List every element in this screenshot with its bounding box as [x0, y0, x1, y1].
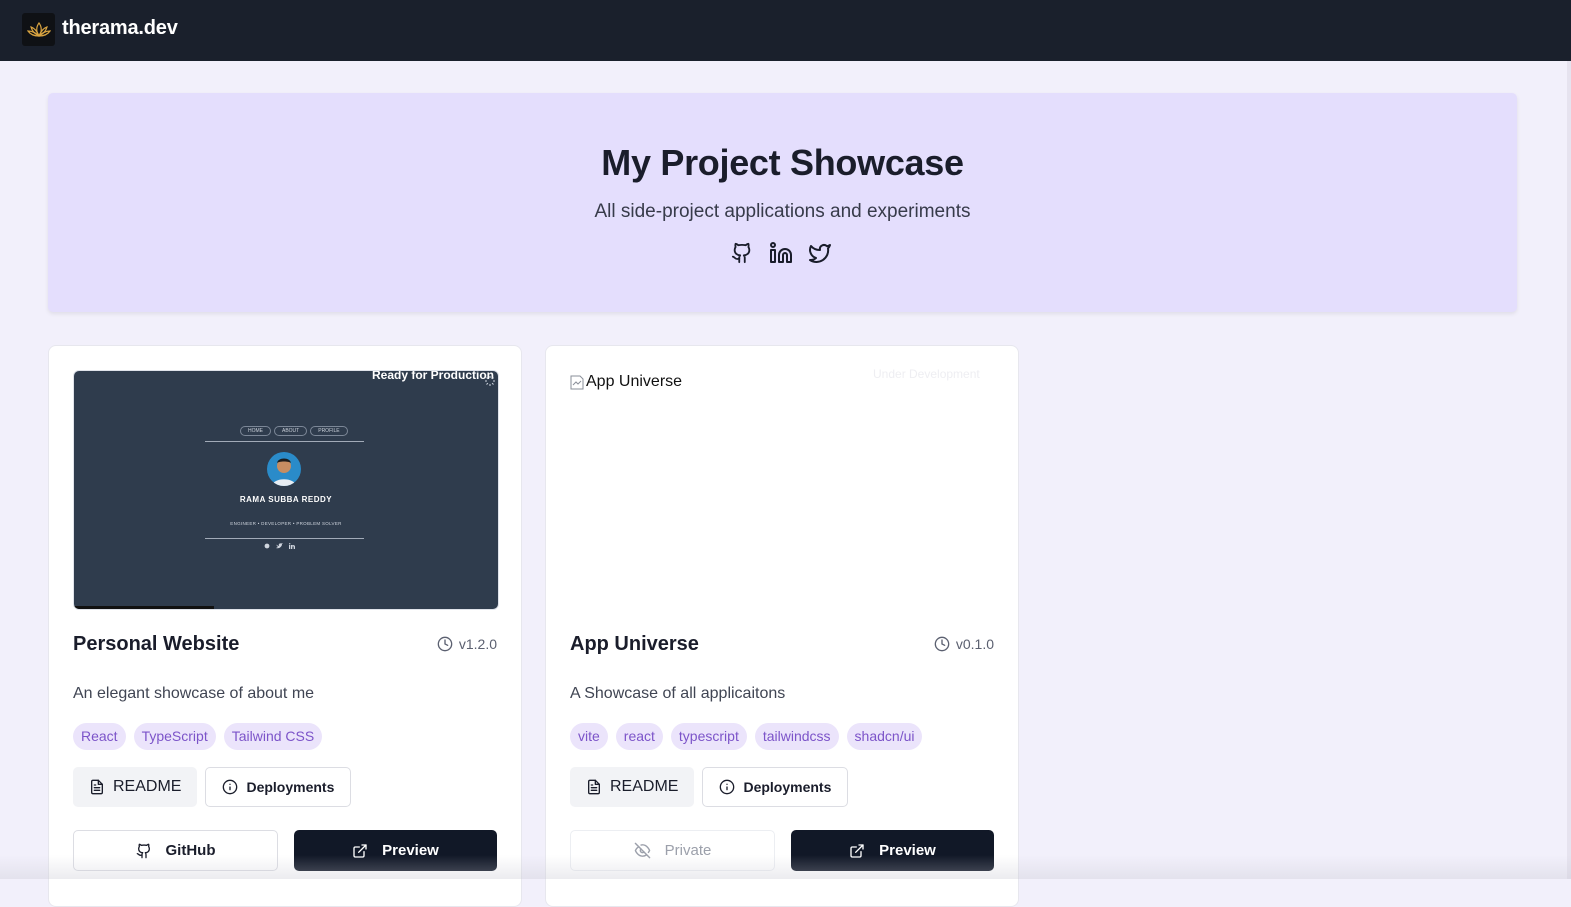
doc-buttons: README Deployments [73, 767, 352, 807]
top-navbar: therama.dev [0, 0, 1571, 61]
project-thumbnail[interactable]: App Universe Under Development [570, 367, 994, 608]
project-thumbnail[interactable]: HOME ABOUT PROFILE RAMA SUBBA REDDY ENGI… [73, 370, 499, 610]
version-text: v0.1.0 [955, 636, 994, 652]
external-link-icon [850, 843, 864, 858]
divider [205, 441, 364, 442]
tech-tag: React [73, 723, 126, 750]
status-badge: Under Development [873, 367, 980, 381]
deployments-label: Deployments [246, 779, 335, 795]
social-links [730, 240, 832, 266]
version-text: v1.2.0 [458, 636, 497, 652]
thumbnail-nav-item: ABOUT [274, 426, 308, 436]
project-card: HOME ABOUT PROFILE RAMA SUBBA REDDY ENGI… [48, 345, 522, 907]
thumbnail-nav-item: HOME [240, 426, 271, 436]
broken-image: App Universe [570, 373, 682, 391]
twitter-icon [276, 543, 283, 549]
project-description: An elegant showcase of about me [73, 685, 315, 702]
version-label: v0.1.0 [934, 636, 994, 652]
clock-icon [437, 636, 453, 652]
action-buttons: Private Preview [570, 830, 994, 871]
deployments-label: Deployments [743, 779, 832, 795]
tech-tag: react [615, 723, 663, 750]
thumbnail-nav-item: PROFILE [310, 426, 348, 436]
preview-button[interactable]: Preview [294, 830, 497, 871]
preview-label: Preview [879, 842, 936, 859]
image-alt-text: App Universe [586, 373, 683, 390]
linkedin-icon [289, 543, 295, 549]
info-icon [720, 779, 735, 795]
tech-tag: tailwindcss [754, 723, 839, 750]
lotus-icon[interactable] [22, 13, 55, 46]
avatar [267, 452, 301, 486]
project-description: A Showcase of all applicaitons [570, 685, 786, 702]
twitter-icon[interactable] [808, 240, 832, 266]
project-title: Personal Website [73, 633, 240, 655]
doc-buttons: README Deployments [570, 767, 849, 807]
external-link-icon [353, 843, 367, 858]
page-subtitle: All side-project applications and experi… [594, 201, 971, 222]
readme-button[interactable]: README [570, 767, 695, 807]
deployments-button[interactable]: Deployments [205, 767, 352, 807]
thumbnail-tagline: ENGINEER • DEVELOPER • PROBLEM SOLVER [230, 521, 342, 526]
scrollbar-track[interactable] [1567, 61, 1571, 879]
thumbnail-progress [74, 606, 214, 609]
version-label: v1.2.0 [437, 636, 497, 652]
github-label: GitHub [165, 842, 216, 859]
tech-tag: typescript [670, 723, 747, 750]
linkedin-icon[interactable] [769, 240, 793, 266]
clock-icon [934, 636, 950, 652]
loading-icon [484, 374, 496, 392]
readme-button[interactable]: README [73, 767, 198, 807]
thumbnail-nav: HOME ABOUT PROFILE [240, 426, 348, 436]
tech-tag: TypeScript [133, 723, 216, 750]
readme-label: README [610, 778, 679, 795]
private-label: Private [664, 842, 712, 859]
file-text-icon [91, 779, 103, 795]
github-icon[interactable] [730, 240, 754, 266]
eye-off-icon [634, 842, 650, 859]
thumbnail-social-icons [264, 543, 295, 549]
tech-tag: shadcn/ui [846, 723, 923, 750]
site-brand[interactable]: therama.dev [62, 17, 178, 40]
file-text-icon [588, 779, 600, 795]
github-icon [264, 543, 270, 549]
divider [205, 538, 364, 539]
deployments-button[interactable]: Deployments [702, 767, 849, 807]
info-icon [223, 779, 238, 795]
broken-image-icon [570, 375, 584, 390]
github-icon [136, 843, 150, 858]
tech-tag: Tailwind CSS [223, 723, 323, 750]
tech-tags: vite react typescript tailwindcss shadcn… [570, 723, 923, 750]
action-buttons: GitHub Preview [73, 830, 497, 871]
github-button[interactable]: GitHub [73, 830, 278, 871]
readme-label: README [113, 778, 182, 795]
private-button[interactable]: Private [570, 830, 775, 871]
preview-label: Preview [382, 842, 439, 859]
status-badge: Ready for Production [371, 370, 494, 382]
preview-button[interactable]: Preview [791, 830, 994, 871]
project-title: App Universe [570, 633, 699, 655]
tech-tags: React TypeScript Tailwind CSS [73, 723, 323, 750]
thumbnail-name: RAMA SUBBA REDDY [239, 495, 333, 504]
page-title: My Project Showcase [601, 142, 964, 183]
project-card: App Universe Under Development App Unive… [545, 345, 1019, 907]
tech-tag: vite [570, 723, 608, 750]
